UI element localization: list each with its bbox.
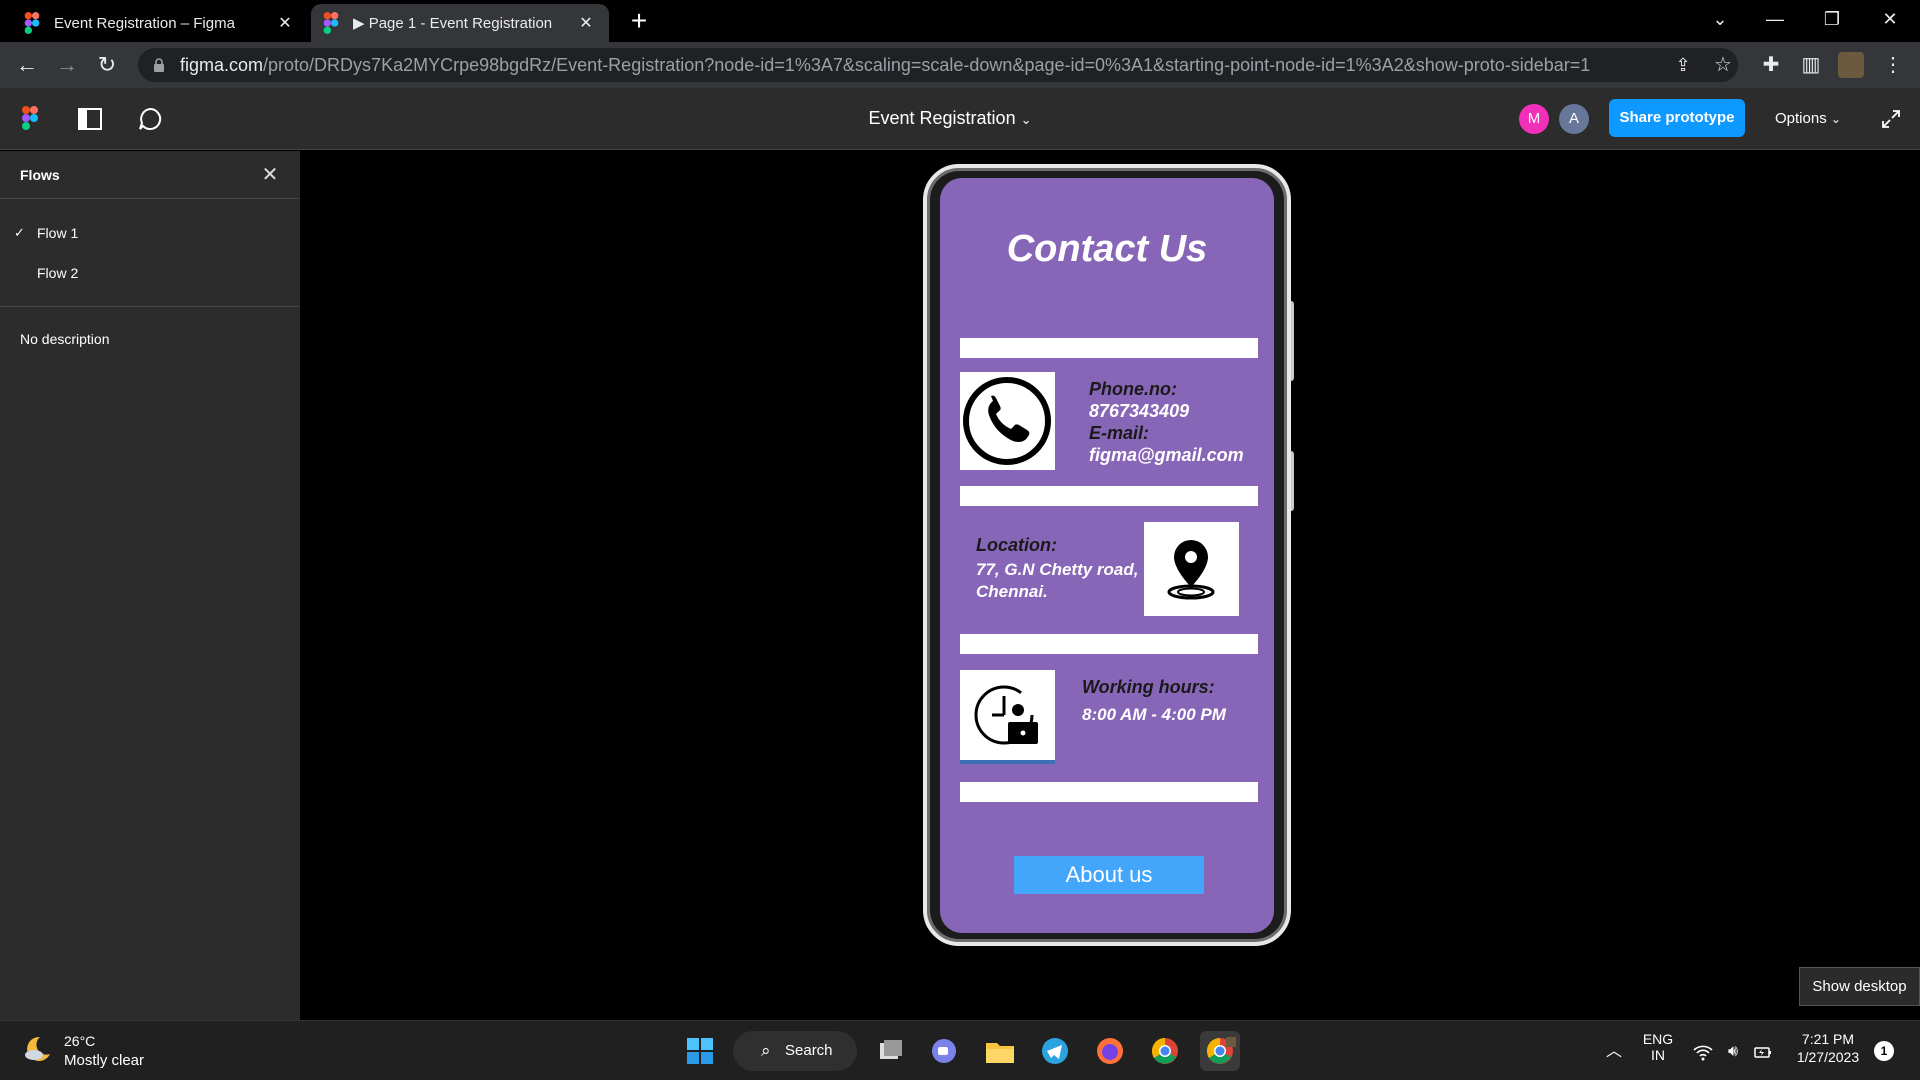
flow-description: No description [20,331,110,347]
file-explorer-icon[interactable] [980,1031,1020,1071]
about-us-button[interactable]: About us [1014,856,1204,894]
email-label: E-mail: [1089,423,1150,443]
new-tab-button[interactable]: + [624,6,654,36]
menu-kebab-icon[interactable]: ⋮ [1880,52,1906,78]
comment-icon[interactable] [137,106,163,132]
contact-us-screen: Contact Us Phone.no: 8767343409 E-mail: … [940,178,1274,933]
weather-description: Mostly clear [64,1052,145,1069]
weather-temperature: 26°C [64,1033,96,1049]
figma-favicon-icon [24,12,40,34]
sidebar-title: Flows [20,167,60,183]
browser-tab-prototype[interactable]: ▶ Page 1 - Event Registration ✕ [311,4,609,42]
location-label: Location: [976,535,1057,555]
tab-close-icon[interactable]: ✕ [575,13,597,33]
wifi-icon[interactable] [1692,1041,1714,1063]
sidebar-toggle-icon[interactable] [77,106,103,132]
figma-favicon-icon [323,12,339,34]
checkmark-icon: ✓ [14,225,25,240]
show-desktop-tooltip: Show desktop [1799,967,1920,1006]
chevron-down-icon: ⌄ [1020,112,1032,127]
hours-label: Working hours: [1082,677,1215,697]
bookmark-star-icon[interactable]: ☆ [1710,52,1736,78]
location-details: Location: 77, G.N Chetty road, Chennai. [976,534,1138,603]
phone-icon [960,372,1055,470]
tray-overflow-chevron-icon[interactable]: ︿ [1603,1041,1625,1063]
tab-title: ▶ Page 1 - Event Registration [353,15,553,32]
clock-date: 1/27/2023 [1796,1049,1860,1065]
share-page-icon[interactable]: ⇪ [1670,52,1696,78]
options-menu[interactable]: Options ⌄ [1775,110,1841,127]
url-text: figma.com/proto/DRDys7Ka2MYCrpe98bgdRz/E… [180,54,1591,75]
prototype-canvas: Contact Us Phone.no: 8767343409 E-mail: … [300,151,1920,1020]
teams-chat-icon[interactable] [924,1031,964,1071]
figma-prototype-header: Event Registration ⌄ M A Share prototype… [0,88,1920,150]
avatar[interactable]: A [1559,104,1589,134]
reload-icon[interactable]: ↻ [92,50,122,80]
firefox-icon[interactable] [1090,1031,1130,1071]
sidebar-header: Flows ✕ [0,151,300,199]
file-title-dropdown[interactable]: Event Registration ⌄ [850,108,1050,129]
location-pin-icon [1144,522,1239,616]
notification-badge[interactable]: 1 [1874,1041,1894,1061]
profile-avatar[interactable] [1838,52,1864,78]
tab-title: Event Registration – Figma [54,14,235,32]
location-line-2: Chennai. [976,582,1048,601]
lock-icon [152,58,166,72]
battery-charging-icon[interactable] [1752,1041,1774,1063]
hours-value: 8:00 AM - 4:00 PM [1082,705,1226,724]
phone-value: 8767343409 [1089,401,1190,421]
search-icon: ⌕ [761,1041,771,1060]
chrome-icon[interactable] [1145,1031,1185,1071]
tab-search-icon[interactable]: ⌄ [1700,0,1740,40]
weather-moon-icon[interactable] [22,1033,54,1065]
windows-taskbar: 26°C Mostly clear ⌕ Search ︿ ENG IN 🔊︎ 7… [0,1020,1920,1080]
flow-item-1[interactable]: ✓ Flow 1 [0,213,300,253]
close-icon[interactable]: ✕ [258,163,282,187]
chrome-profile-active-icon[interactable] [1200,1031,1240,1071]
volume-icon[interactable]: 🔊︎ [1722,1041,1744,1063]
taskbar-search[interactable]: ⌕ Search [733,1031,857,1071]
side-panel-icon[interactable]: ▥ [1798,52,1824,78]
divider-bar [960,634,1258,654]
share-prototype-button[interactable]: Share prototype [1609,99,1745,137]
flow-item-2[interactable]: Flow 2 [0,253,300,293]
chevron-down-icon: ⌄ [1830,112,1841,126]
address-bar[interactable]: figma.com/proto/DRDys7Ka2MYCrpe98bgdRz/E… [138,48,1738,82]
divider-bar [960,782,1258,802]
location-line-1: 77, G.N Chetty road, [976,560,1139,579]
language-indicator[interactable]: ENG IN [1640,1031,1676,1063]
back-icon[interactable]: ← [12,50,42,80]
browser-tab-figma-file[interactable]: Event Registration – Figma ✕ [12,4,308,42]
working-hours-icon [960,670,1055,764]
flow-list: ✓ Flow 1 Flow 2 [0,199,300,307]
phone-frame: Contact Us Phone.no: 8767343409 E-mail: … [923,164,1291,946]
flows-sidebar: Flows ✕ ✓ Flow 1 Flow 2 No description [0,151,300,1020]
phone-label: Phone.no: [1089,379,1177,399]
avatar[interactable]: M [1519,104,1549,134]
flow-label: Flow 1 [37,225,79,241]
tab-close-icon[interactable]: ✕ [274,13,296,33]
divider-bar [960,486,1258,506]
extensions-icon[interactable]: ✚ [1758,52,1784,78]
figma-logo-icon[interactable] [22,106,38,130]
email-value: figma@gmail.com [1089,445,1244,465]
clock-time: 7:21 PM [1801,1031,1855,1047]
window-close-icon[interactable]: ✕ [1870,0,1910,40]
clock[interactable]: 7:21 PM 1/27/2023 [1788,1031,1868,1065]
minimize-icon[interactable]: — [1755,0,1795,40]
flow-label: Flow 2 [37,265,79,281]
browser-tab-strip: Event Registration – Figma ✕ ▶ Page 1 - … [0,0,1920,42]
screen-title: Contact Us [1006,228,1208,270]
restore-icon[interactable]: ❐ [1812,0,1852,40]
forward-icon[interactable]: → [52,50,82,80]
contact-details: Phone.no: 8767343409 E-mail: figma@gmail… [1089,378,1244,466]
browser-toolbar: ← → ↻ figma.com/proto/DRDys7Ka2MYCrpe98b… [0,42,1920,88]
task-view-icon[interactable] [870,1031,910,1071]
working-hours-details: Working hours: 8:00 AM - 4:00 PM [1082,674,1226,726]
fullscreen-icon[interactable] [1880,108,1902,130]
telegram-icon[interactable] [1035,1031,1075,1071]
windows-start-icon[interactable] [680,1031,720,1071]
divider-bar [960,338,1258,358]
